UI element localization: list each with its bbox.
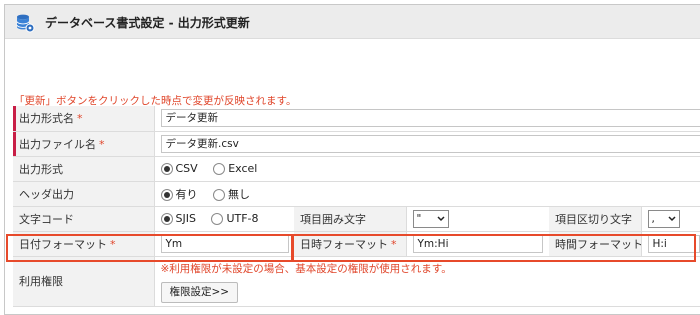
row-charset: 文字コード SJIS UTF-8 項目囲み文字 " 項目区切り文字 , xyxy=(13,206,700,232)
chevron-down-icon xyxy=(667,215,676,221)
charset-label: 文字コード xyxy=(13,206,155,232)
quote-char-select[interactable]: " xyxy=(412,209,449,228)
header-option-no[interactable]: 無し xyxy=(213,186,250,202)
permission-note: ※利用権限が未設定の場合、基本設定の権限が使用されます。 xyxy=(160,263,452,275)
time-format-label: 時間フォーマット xyxy=(549,231,642,257)
format-option-csv[interactable]: CSV xyxy=(160,162,198,176)
format-option-excel[interactable]: Excel xyxy=(213,162,257,176)
charset-option-sjis[interactable]: SJIS xyxy=(160,212,196,226)
datetime-format-input[interactable]: Ym:Hi xyxy=(412,234,543,253)
output-format-label: 出力形式 xyxy=(13,156,155,182)
page-header: データベース書式設定 - 出力形式更新 xyxy=(5,5,700,39)
permission-label: 利用権限 xyxy=(13,256,155,307)
row-header-output: ヘッダ出力 有り 無し xyxy=(13,181,700,207)
chevron-down-icon xyxy=(436,215,445,221)
date-format-input[interactable]: Ym xyxy=(160,234,289,253)
row-output-format: 出力形式 CSV Excel xyxy=(13,156,700,182)
header-option-yes[interactable]: 有り xyxy=(160,186,198,202)
required-mark: * xyxy=(99,137,105,151)
row-formats: 日付フォーマット * Ym 日時フォーマット * Ym:Hi 時間フォーマット H:… xyxy=(13,231,700,257)
quote-char-label: 項目囲み文字 xyxy=(294,206,407,232)
format-form: 出力形式名 * データ更新 出力ファイル名 * データ更新.csv 出力形式 CSV… xyxy=(13,106,700,307)
output-file-input[interactable]: データ更新.csv xyxy=(160,134,700,153)
radio-button[interactable] xyxy=(211,213,224,226)
radio-button[interactable] xyxy=(213,163,226,176)
database-gear-icon xyxy=(16,14,35,33)
required-mark: * xyxy=(110,237,116,251)
output-file-label: 出力ファイル名 * xyxy=(13,131,155,157)
delimiter-label: 項目区切り文字 xyxy=(549,206,642,232)
radio-button[interactable] xyxy=(160,163,173,176)
delimiter-select[interactable]: , xyxy=(647,209,680,228)
charset-option-utf8[interactable]: UTF-8 xyxy=(211,212,259,226)
radio-button[interactable] xyxy=(213,188,225,201)
required-mark: * xyxy=(77,112,83,126)
page-title: データベース書式設定 - 出力形式更新 xyxy=(45,16,250,30)
time-format-input[interactable]: H:i xyxy=(647,234,700,253)
row-output-name: 出力形式名 * データ更新 xyxy=(13,106,700,132)
output-name-input[interactable]: データ更新 xyxy=(160,109,700,128)
header-output-label: ヘッダ出力 xyxy=(13,181,155,207)
dialog-frame: データベース書式設定 - 出力形式更新 「更新」ボタンをクリックした時点で変更が… xyxy=(4,4,700,315)
radio-button[interactable] xyxy=(160,213,173,226)
output-name-label: 出力形式名 * xyxy=(13,106,155,132)
radio-button[interactable] xyxy=(160,188,173,201)
date-format-label: 日付フォーマット * xyxy=(13,231,155,257)
datetime-format-label: 日時フォーマット * xyxy=(294,231,407,257)
row-output-file: 出力ファイル名 * データ更新.csv xyxy=(13,131,700,157)
required-mark: * xyxy=(391,237,397,251)
row-permission: 利用権限 ※利用権限が未設定の場合、基本設定の権限が使用されます。 権限設定>> xyxy=(13,256,700,307)
permission-settings-button[interactable]: 権限設定>> xyxy=(160,282,239,303)
